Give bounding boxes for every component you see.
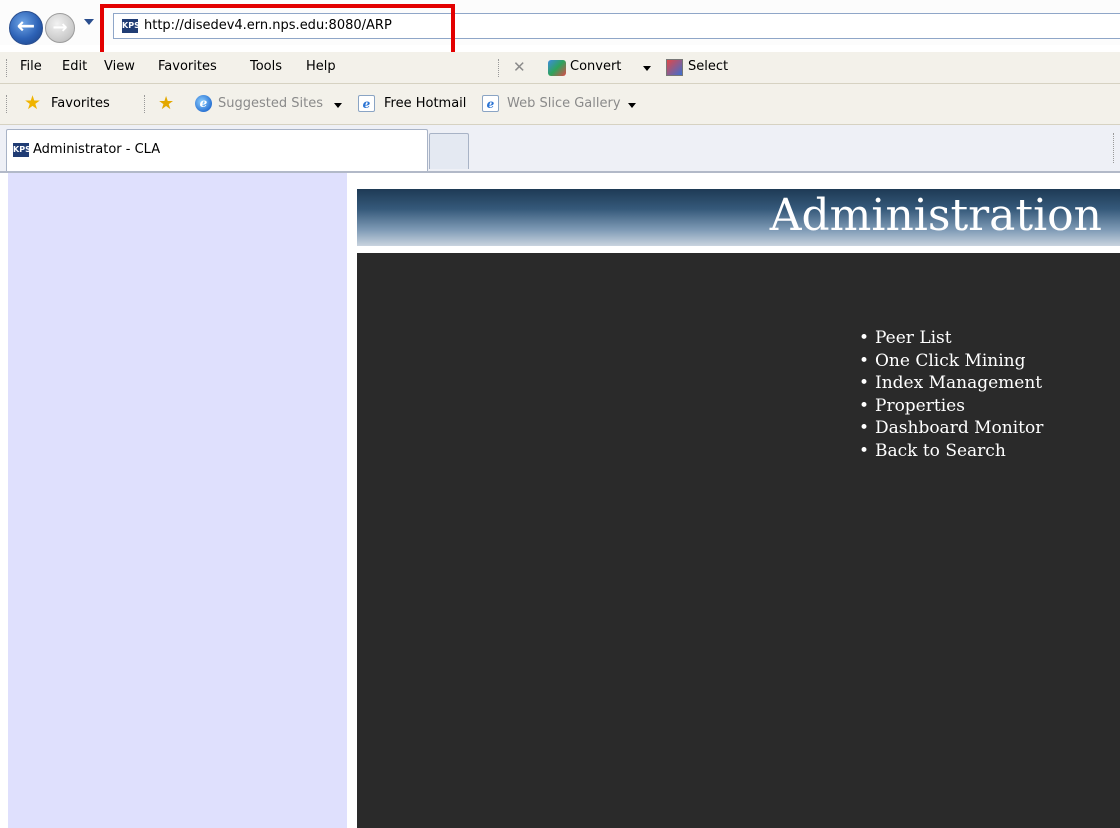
address-bar-row: ← → KPS http://disedev4.ern.nps.edu:8080…	[0, 0, 1120, 58]
free-hotmail-link[interactable]: Free Hotmail	[384, 96, 466, 111]
one-click-mining-link[interactable]: One Click Mining	[875, 351, 1026, 371]
toolbar-grip[interactable]	[6, 59, 9, 77]
site-favicon-icon: KPS	[13, 143, 31, 157]
ie-page-icon: e	[482, 95, 499, 112]
ie-page-icon: e	[358, 95, 375, 112]
header-banner: Administration	[357, 189, 1120, 246]
index-management-link[interactable]: Index Management	[875, 373, 1042, 393]
suggested-sites-link[interactable]: Suggested Sites	[218, 96, 323, 111]
main-panel: • Peer List • One Click Mining • Index Mana…	[357, 253, 1120, 828]
star-icon[interactable]: ★	[24, 94, 41, 113]
menu-view[interactable]: View	[104, 59, 135, 74]
menu-file[interactable]: File	[20, 59, 42, 74]
menu-favorites[interactable]: Favorites	[158, 59, 217, 74]
list-item: • Index Management	[857, 372, 1043, 395]
list-item: • Peer List	[857, 327, 1043, 350]
left-panel	[8, 173, 347, 828]
page-title: Administration	[769, 190, 1102, 241]
toolbar-grip[interactable]	[1113, 133, 1116, 163]
list-item: • Dashboard Monitor	[857, 417, 1043, 440]
list-item: • Properties	[857, 395, 1043, 418]
menu-tools[interactable]: Tools	[250, 59, 282, 74]
ie-icon: e	[195, 95, 212, 112]
select-button[interactable]: Select	[688, 59, 728, 74]
bullet: •	[859, 395, 870, 416]
dashboard-monitor-link[interactable]: Dashboard Monitor	[875, 418, 1043, 438]
bullet: •	[859, 373, 870, 393]
tab-title: Administrator - CLA	[33, 142, 161, 157]
new-tab-button[interactable]	[429, 133, 469, 169]
favorites-button[interactable]: Favorites	[51, 96, 110, 111]
stop-icon[interactable]: ✕	[513, 58, 526, 76]
menu-edit[interactable]: Edit	[62, 59, 87, 74]
menu-bar: File Edit View Favorites Tools Help ✕ Co…	[0, 52, 1120, 84]
chevron-down-icon[interactable]	[628, 103, 636, 108]
properties-link[interactable]: Properties	[875, 396, 965, 416]
convert-icon[interactable]	[548, 60, 566, 76]
forward-arrow-icon[interactable]: →	[45, 13, 75, 43]
menu-help[interactable]: Help	[306, 59, 336, 74]
bullet: •	[859, 440, 870, 461]
url-highlight-box	[100, 4, 455, 58]
history-dropdown-icon[interactable]	[84, 19, 94, 25]
toolbar-grip[interactable]	[498, 59, 501, 77]
bullet: •	[859, 418, 870, 438]
peer-list-link[interactable]: Peer List	[875, 328, 952, 348]
select-icon[interactable]	[666, 59, 683, 76]
chevron-down-icon[interactable]	[334, 103, 342, 108]
bullet: •	[859, 350, 870, 371]
back-arrow-icon[interactable]: ←	[9, 11, 43, 45]
web-slice-gallery-link[interactable]: Web Slice Gallery	[507, 96, 621, 111]
page-content: Administration • Peer List • One Click Min…	[0, 173, 1120, 828]
favorites-bar: ★ Favorites ★ e Suggested Sites e Free H…	[0, 84, 1120, 125]
list-item: • One Click Mining	[857, 350, 1043, 373]
admin-menu: • Peer List • One Click Mining • Index Mana…	[857, 327, 1043, 462]
tab-administrator[interactable]: KPS Administrator - CLA	[6, 129, 428, 171]
back-to-search-link[interactable]: Back to Search	[875, 441, 1006, 461]
chevron-down-icon[interactable]	[643, 66, 651, 71]
list-item: • Back to Search	[857, 440, 1043, 463]
bullet: •	[859, 328, 870, 348]
tab-bar: KPS Administrator - CLA	[0, 125, 1120, 173]
convert-button[interactable]: Convert	[570, 59, 621, 74]
toolbar-separator	[144, 95, 147, 113]
toolbar-grip[interactable]	[6, 95, 9, 113]
add-favorites-icon[interactable]: ★	[158, 94, 174, 112]
